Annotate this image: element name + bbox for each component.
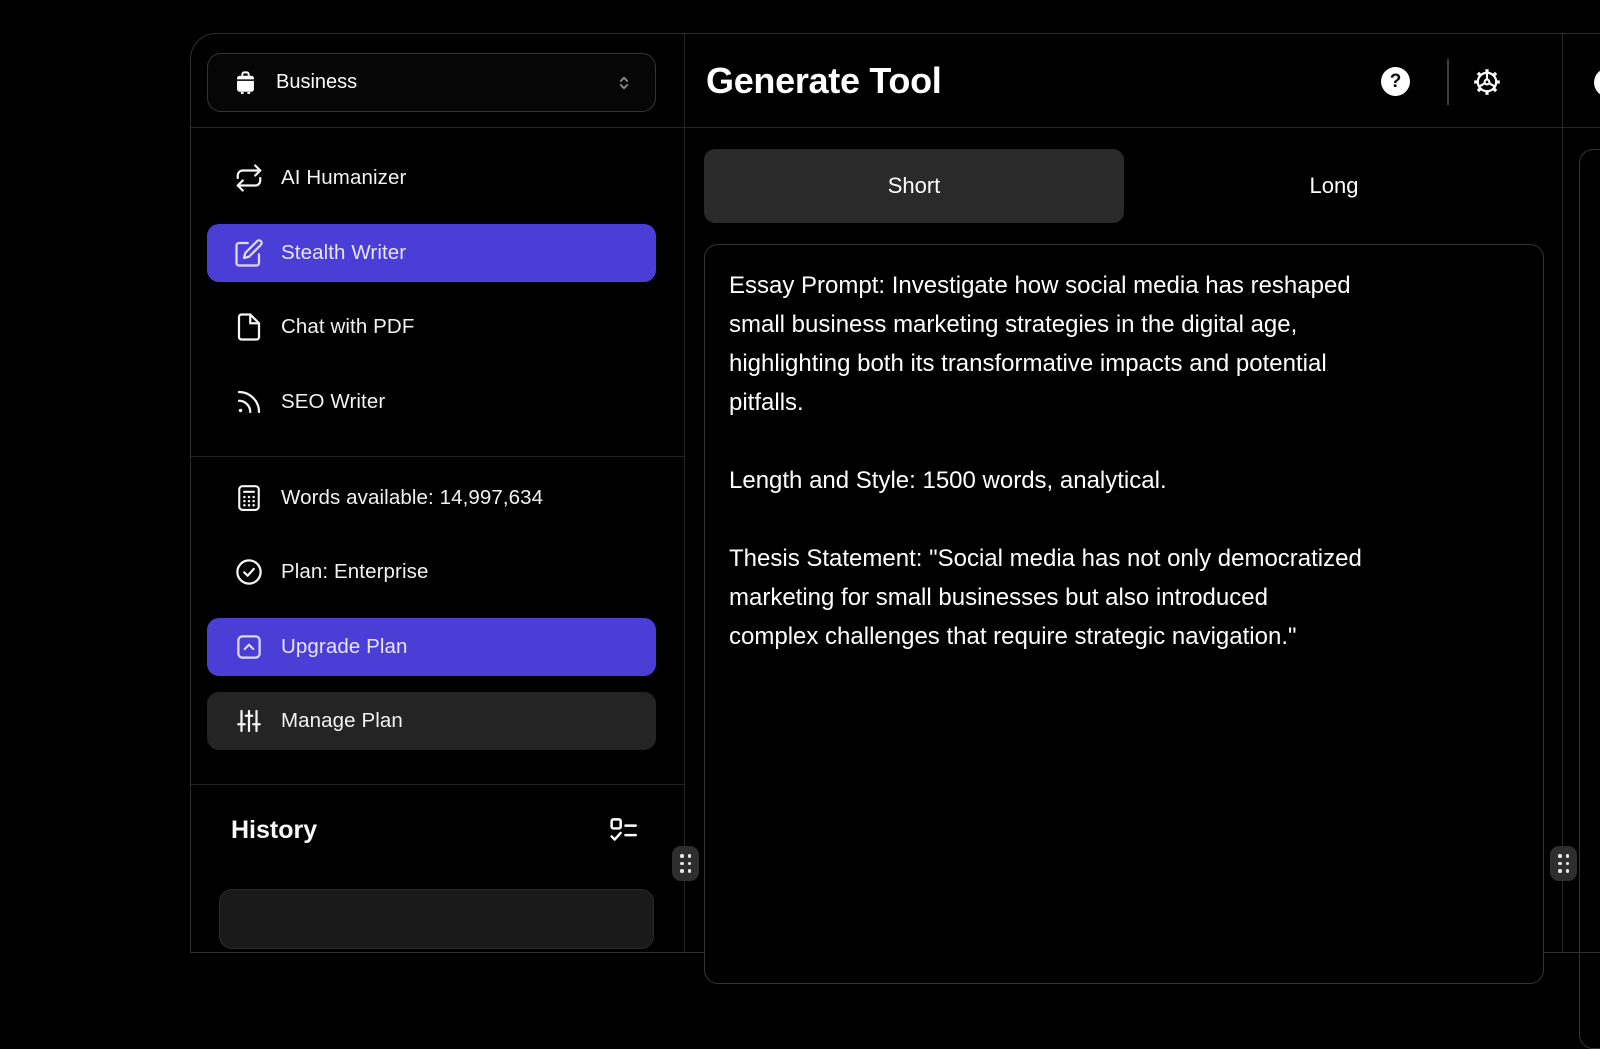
sidebar-divider [191, 456, 685, 457]
history-checklist-icon[interactable] [608, 815, 639, 846]
avatar[interactable] [1594, 68, 1600, 97]
upgrade-plan-label: Upgrade Plan [281, 635, 408, 659]
header-divider [1447, 59, 1449, 105]
tab-long-label: Long [1310, 173, 1359, 199]
words-available-label: Words available: 14,997,634 [281, 486, 543, 510]
history-header: History [231, 815, 639, 846]
sidebar-resize-handle[interactable] [672, 846, 699, 881]
question-mark-icon: ? [1390, 71, 1402, 93]
chevron-up-down-icon [613, 72, 635, 94]
sidebar: Business AI Humanizer Stealth Writer [191, 34, 685, 952]
manage-plan-button[interactable]: Manage Plan [207, 692, 656, 750]
prompt-textarea[interactable]: Essay Prompt: Investigate how social med… [704, 244, 1544, 984]
tab-short[interactable]: Short [704, 149, 1124, 223]
check-circle-icon [234, 557, 264, 587]
main-header: Generate Tool ? [685, 34, 1562, 128]
words-available-status: Words available: 14,997,634 [207, 471, 656, 525]
length-tabs: Short Long [704, 149, 1544, 223]
sidebar-item-label: SEO Writer [281, 390, 385, 414]
sidebar-header: Business [191, 34, 684, 128]
history-title: History [231, 816, 317, 845]
right-panel-header [1563, 34, 1600, 128]
sliders-icon [234, 706, 264, 736]
settings-gear-icon[interactable] [1471, 66, 1503, 98]
sidebar-item-label: Chat with PDF [281, 315, 414, 339]
history-list-item[interactable] [219, 889, 654, 949]
help-button[interactable]: ? [1381, 67, 1410, 96]
swap-arrows-icon [234, 163, 264, 193]
tab-long[interactable]: Long [1124, 149, 1544, 223]
calculator-icon [234, 483, 264, 513]
arrow-up-square-icon [234, 632, 264, 662]
page-title: Generate Tool [706, 60, 941, 102]
plan-status: Plan: Enterprise [207, 545, 656, 599]
briefcase-icon [232, 69, 259, 96]
right-panel [1563, 34, 1600, 952]
edit-pencil-icon [234, 238, 264, 268]
workspace-selector[interactable]: Business [207, 53, 656, 112]
sidebar-divider [191, 784, 685, 785]
document-icon [234, 312, 264, 342]
manage-plan-label: Manage Plan [281, 709, 403, 733]
sidebar-item-label: Stealth Writer [281, 241, 406, 265]
sidebar-item-stealth-writer[interactable]: Stealth Writer [207, 224, 656, 282]
panel-resize-handle[interactable] [1550, 846, 1577, 881]
upgrade-plan-button[interactable]: Upgrade Plan [207, 618, 656, 676]
sidebar-item-ai-humanizer[interactable]: AI Humanizer [207, 151, 656, 205]
plan-label: Plan: Enterprise [281, 560, 428, 584]
app-window: Business AI Humanizer Stealth Writer [190, 33, 1600, 953]
generate-tool-panel: Generate Tool ? [685, 34, 1563, 952]
rss-icon [234, 387, 264, 417]
sidebar-item-label: AI Humanizer [281, 166, 406, 190]
sidebar-item-chat-with-pdf[interactable]: Chat with PDF [207, 300, 656, 354]
workspace-label: Business [276, 71, 357, 94]
tab-short-label: Short [888, 173, 941, 199]
sidebar-item-seo-writer[interactable]: SEO Writer [207, 375, 656, 429]
right-panel-box [1579, 149, 1600, 1049]
